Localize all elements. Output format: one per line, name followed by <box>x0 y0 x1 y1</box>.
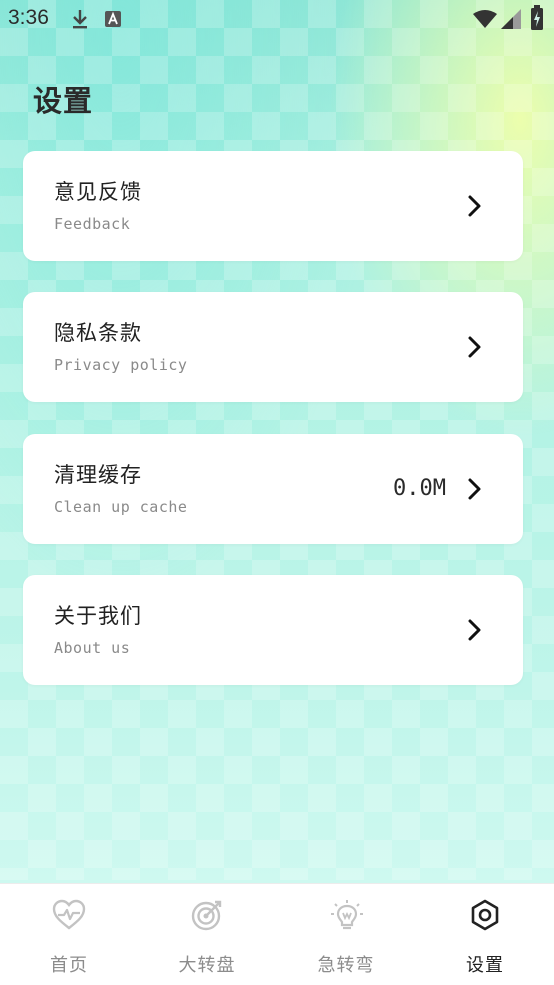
nav-label: 首页 <box>50 955 88 976</box>
settings-item-title: 关于我们 <box>54 604 142 628</box>
settings-hexagon-icon <box>469 899 501 931</box>
nav-item-home[interactable]: 首页 <box>0 884 138 985</box>
nav-item-wheel[interactable]: 大转盘 <box>138 884 276 985</box>
nav-item-riddles[interactable]: 急转弯 <box>277 884 415 985</box>
chevron-right-icon <box>465 476 485 502</box>
nav-label: 设置 <box>466 955 504 976</box>
lightbulb-icon <box>330 899 363 931</box>
settings-item-privacy[interactable]: 隐私条款 Privacy policy <box>23 292 523 402</box>
nav-label: 急转弯 <box>317 955 375 976</box>
signal-icon <box>500 8 522 34</box>
wifi-icon <box>472 9 498 33</box>
settings-item-title: 隐私条款 <box>54 321 142 345</box>
target-icon <box>191 899 223 931</box>
cache-size-value: 0.0M <box>393 476 446 501</box>
settings-item-title: 意见反馈 <box>54 180 142 204</box>
heart-pulse-icon <box>52 899 86 931</box>
nav-label: 大转盘 <box>178 955 236 976</box>
settings-item-title: 清理缓存 <box>54 463 142 487</box>
download-icon <box>70 8 90 34</box>
settings-item-clear-cache[interactable]: 清理缓存 Clean up cache 0.0M <box>23 434 523 544</box>
nav-item-settings[interactable]: 设置 <box>416 884 554 985</box>
chevron-right-icon <box>465 193 485 219</box>
bottom-nav: 首页 大转盘 急转弯 设置 <box>0 883 554 985</box>
status-bar: 3:36 <box>0 0 554 38</box>
settings-item-subtitle: Feedback <box>54 215 131 233</box>
a-square-icon <box>104 10 122 32</box>
settings-item-subtitle: Privacy policy <box>54 356 188 374</box>
chevron-right-icon <box>465 617 485 643</box>
chevron-right-icon <box>465 334 485 360</box>
settings-item-subtitle: About us <box>54 639 131 657</box>
page-title: 设置 <box>33 84 94 118</box>
status-time: 3:36 <box>8 6 49 29</box>
battery-charging-icon <box>530 5 544 35</box>
settings-item-subtitle: Clean up cache <box>54 498 188 516</box>
settings-item-feedback[interactable]: 意见反馈 Feedback <box>23 151 523 261</box>
settings-item-about[interactable]: 关于我们 About us <box>23 575 523 685</box>
